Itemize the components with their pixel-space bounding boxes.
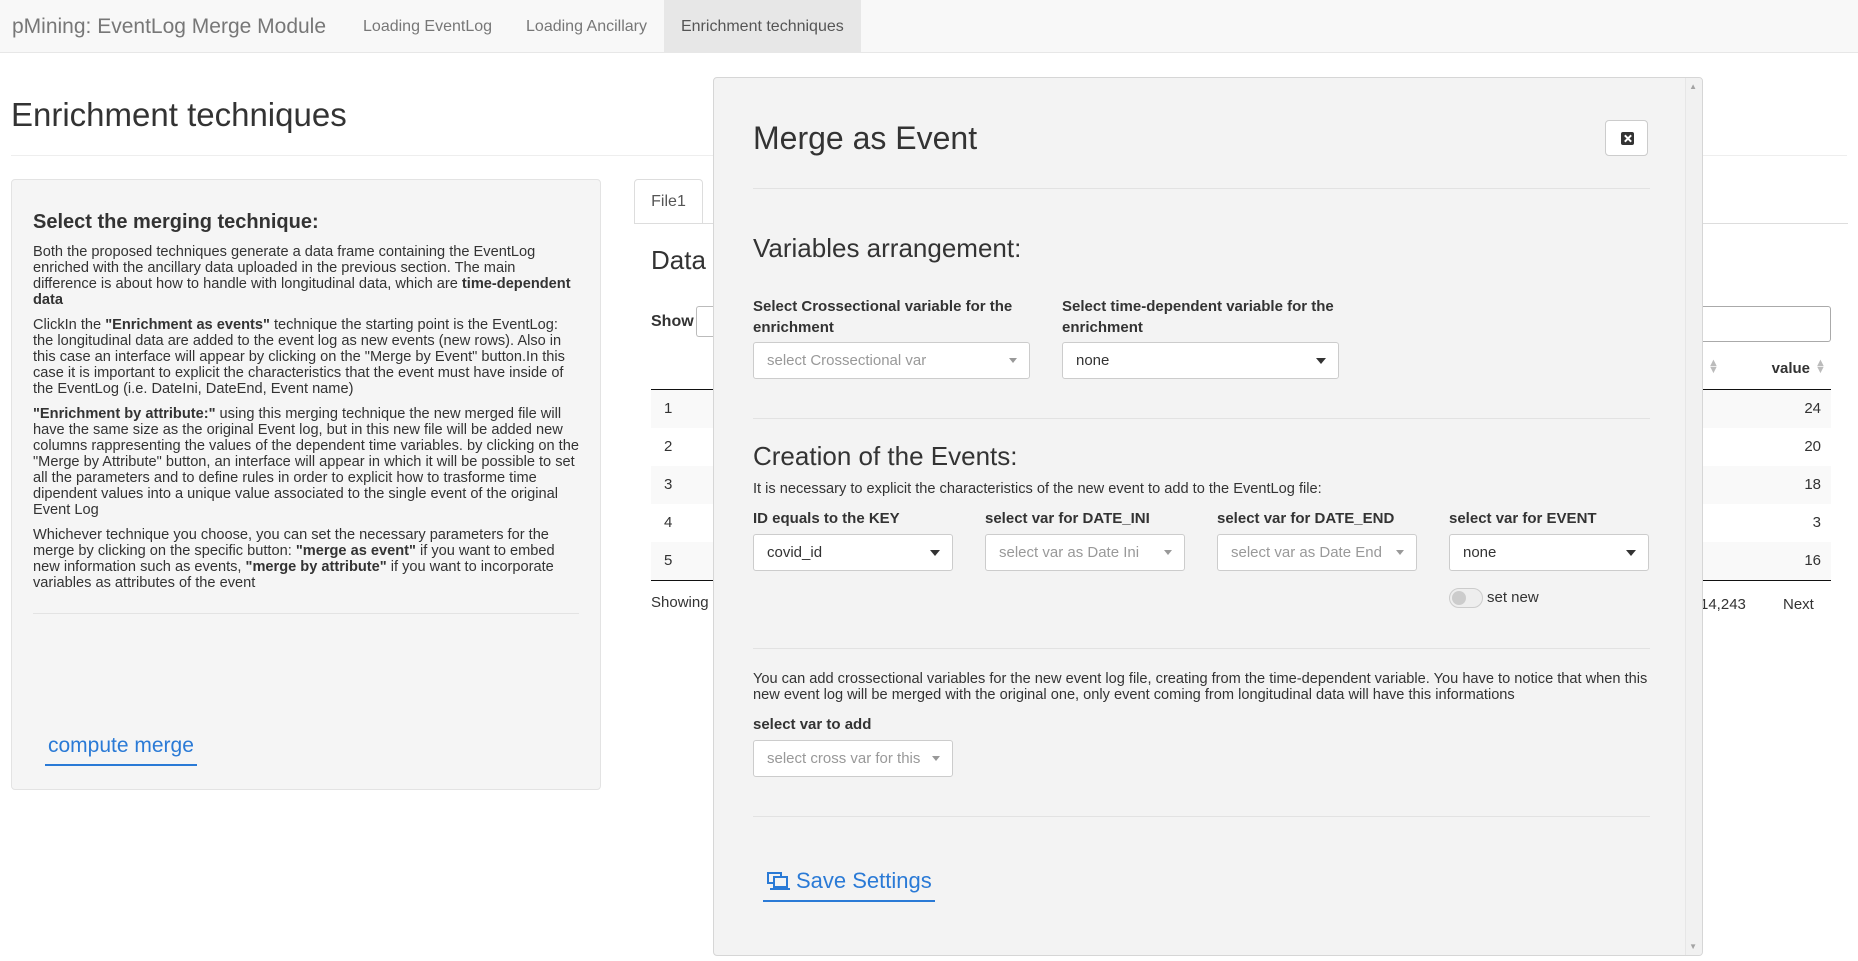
tab-file1[interactable]: File1	[634, 179, 703, 224]
id-key-label: ID equals to the KEY	[753, 510, 900, 527]
intro-paragraph: Both the proposed techniques generate a …	[33, 244, 571, 308]
set-new-label: set new	[1487, 589, 1539, 606]
section-divider	[753, 418, 1650, 419]
chevron-down-icon	[1009, 358, 1017, 363]
tab-loading-ancillary[interactable]: Loading Ancillary	[509, 0, 664, 52]
var-to-add-label: select var to add	[753, 716, 872, 733]
table-info: Showing	[651, 594, 709, 611]
event-var-select[interactable]: none	[1449, 534, 1649, 571]
row-value: 18	[1804, 476, 1821, 493]
set-new-toggle[interactable]	[1449, 588, 1483, 608]
chevron-down-icon	[1626, 550, 1636, 556]
crossectional-var-label: Select Crossectional variable for the en…	[753, 298, 1013, 336]
time-dependent-var-label: Select time-dependent variable for the e…	[1062, 298, 1334, 336]
row-index: 1	[664, 400, 673, 417]
date-ini-label: select var for DATE_INI	[985, 510, 1150, 527]
cross-help-text: You can add crossectional variables for …	[753, 671, 1648, 703]
date-end-select[interactable]: select var as Date End	[1217, 534, 1417, 571]
row-index: 4	[664, 514, 673, 531]
close-icon	[1621, 132, 1634, 145]
panel-divider	[33, 613, 579, 614]
row-value: 3	[1812, 514, 1821, 531]
save-settings-icon	[767, 872, 790, 890]
brand-title[interactable]: pMining: EventLog Merge Module	[0, 0, 338, 52]
enrichment-attribute-paragraph: "Enrichment by attribute:" using this me…	[33, 406, 579, 518]
row-index: 3	[664, 476, 673, 493]
section-divider	[753, 648, 1650, 649]
close-modal-button[interactable]	[1605, 120, 1648, 156]
enrichment-events-paragraph: ClickIn the "Enrichment as events" techn…	[33, 317, 565, 397]
creation-events-heading: Creation of the Events:	[753, 441, 1018, 471]
var-to-add-select[interactable]: select cross var for this	[753, 740, 953, 777]
chevron-down-icon	[1396, 550, 1404, 555]
tab-loading-eventlog[interactable]: Loading EventLog	[346, 0, 509, 52]
tab-enrichment-techniques[interactable]: Enrichment techniques	[663, 0, 861, 52]
sort-icon[interactable]: ▲ ▼	[1708, 358, 1719, 376]
panel-heading: Select the merging technique:	[33, 211, 319, 233]
data-heading: Data	[651, 245, 706, 275]
scroll-up-icon[interactable]: ▲	[1689, 82, 1697, 91]
modal-scrollbar[interactable]: ▲ ▼	[1685, 78, 1702, 955]
merge-technique-panel: Select the merging technique: Both the p…	[11, 179, 601, 790]
navbar: pMining: EventLog Merge Module Loading E…	[0, 0, 1858, 53]
date-end-label: select var for DATE_END	[1217, 510, 1395, 527]
chevron-down-icon	[930, 550, 940, 556]
row-value: 16	[1804, 552, 1821, 569]
variables-arrangement-heading: Variables arrangement:	[753, 233, 1022, 263]
date-ini-select[interactable]: select var as Date Ini	[985, 534, 1185, 571]
modal-footer-divider	[753, 816, 1650, 817]
id-key-select[interactable]: covid_id	[753, 534, 953, 571]
row-value: 24	[1804, 400, 1821, 417]
merge-as-event-modal: ▲ ▼ Merge as Event Variables arrangement…	[713, 77, 1703, 956]
chevron-down-icon	[1164, 550, 1172, 555]
table-info-count: 14,243	[1700, 596, 1746, 613]
table-search-input[interactable]	[1700, 306, 1831, 342]
time-dependent-var-select[interactable]: none	[1062, 342, 1339, 379]
modal-header-divider	[753, 188, 1650, 189]
crossectional-var-select[interactable]: select Crossectional var	[753, 342, 1030, 379]
show-entries-label: Show	[651, 313, 694, 330]
row-value: 20	[1804, 438, 1821, 455]
chevron-down-icon	[932, 756, 940, 761]
toggle-knob	[1452, 591, 1466, 605]
row-index: 2	[664, 438, 673, 455]
sort-icon[interactable]: ▲ ▼	[1815, 358, 1826, 376]
chevron-down-icon	[1316, 358, 1326, 364]
event-var-label: select var for EVENT	[1449, 510, 1597, 527]
events-help-text: It is necessary to explicit the characte…	[753, 481, 1322, 497]
save-settings-button[interactable]: Save Settings	[763, 864, 935, 902]
next-page-button[interactable]: Next	[1783, 596, 1814, 613]
column-header-value[interactable]: value	[1760, 360, 1810, 377]
scroll-down-icon[interactable]: ▼	[1689, 942, 1697, 951]
modal-title: Merge as Event	[753, 120, 978, 156]
page-title: Enrichment techniques	[11, 96, 347, 133]
row-index: 5	[664, 552, 673, 569]
whichever-paragraph: Whichever technique you choose, you can …	[33, 527, 555, 591]
compute-merge-button[interactable]: compute merge	[45, 730, 197, 766]
